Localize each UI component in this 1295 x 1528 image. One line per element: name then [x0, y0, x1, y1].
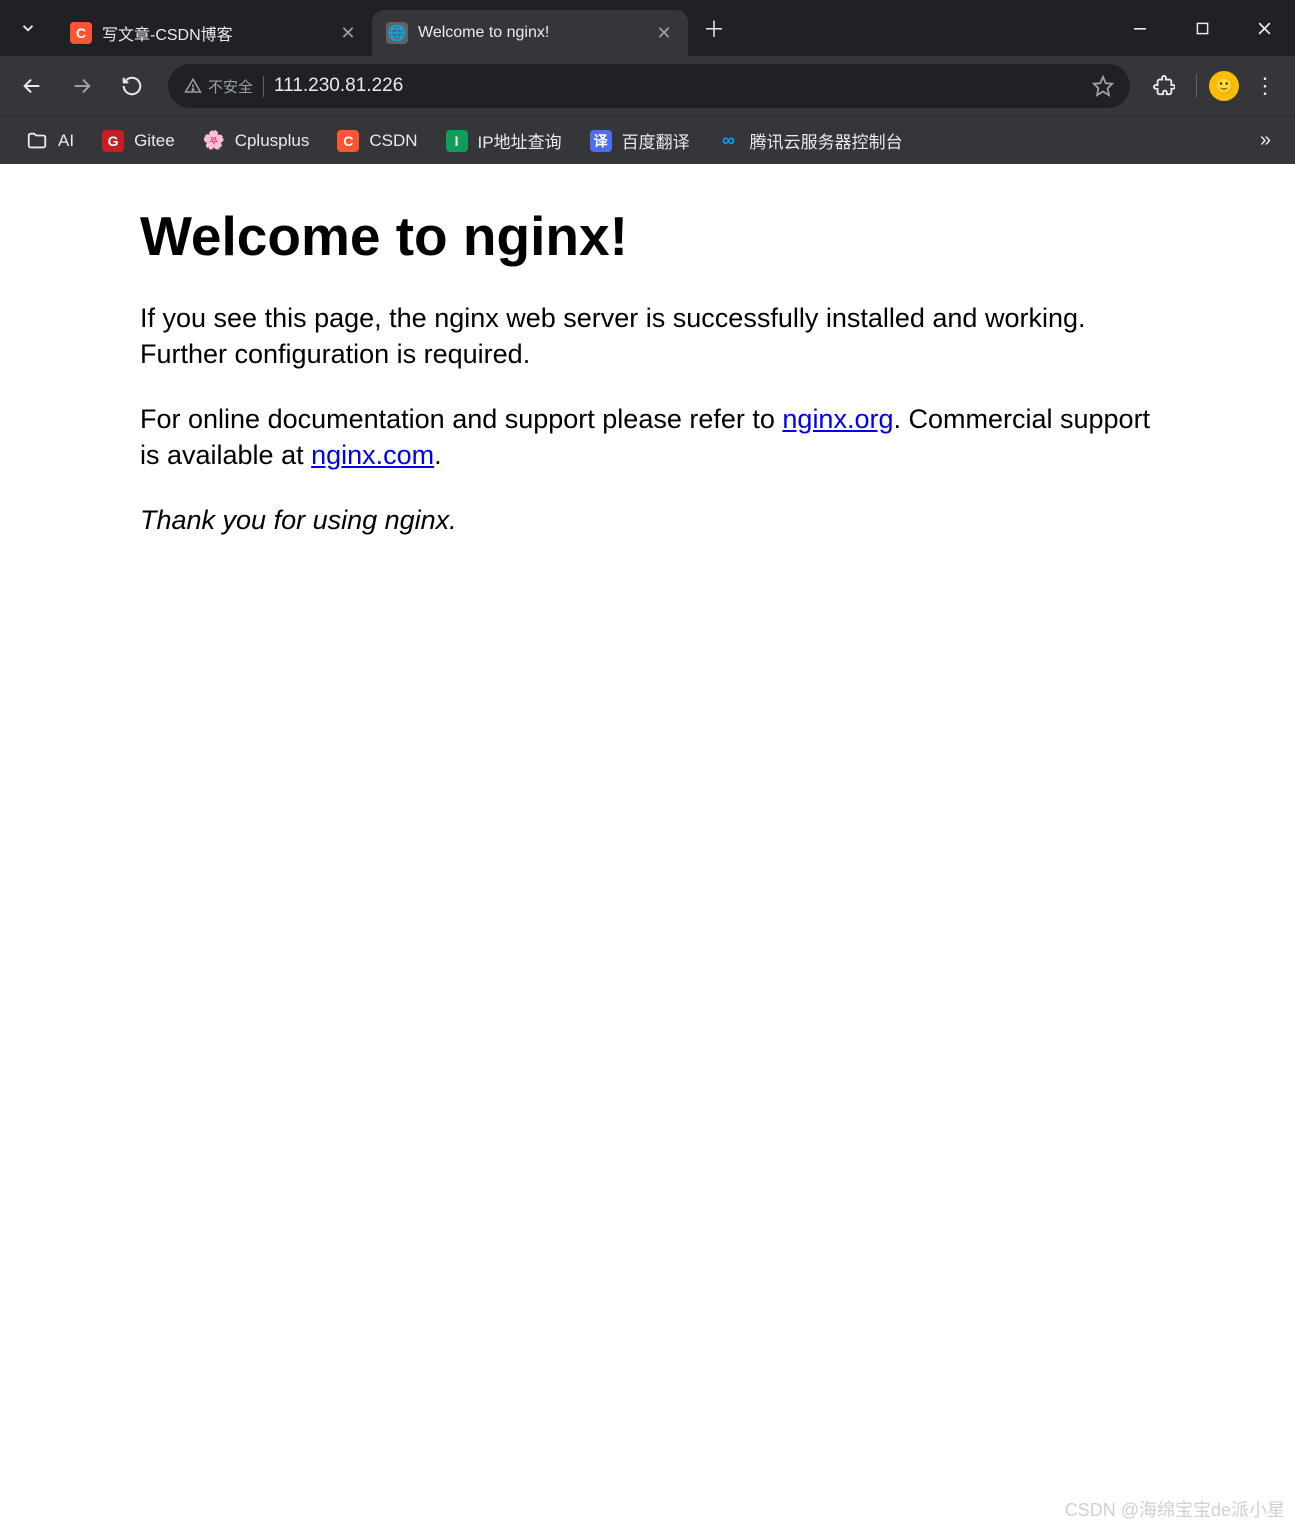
nginx-org-link[interactable]: nginx.org	[782, 404, 893, 434]
bookmark-item[interactable]: 译百度翻译	[578, 122, 702, 159]
tab-title: Welcome to nginx!	[418, 24, 644, 42]
bookmark-label: Cplusplus	[235, 131, 310, 151]
toolbar-divider	[1196, 74, 1197, 98]
globe-favicon: 🌐	[386, 22, 408, 44]
page-heading: Welcome to nginx!	[140, 204, 1155, 268]
nginx-welcome-content: Welcome to nginx! If you see this page, …	[140, 204, 1155, 538]
bookmark-label: Gitee	[134, 131, 175, 151]
bookmark-item[interactable]: AI	[14, 124, 86, 158]
browser-menu-button[interactable]: ⋮	[1245, 73, 1285, 99]
page-paragraph-1: If you see this page, the nginx web serv…	[140, 300, 1155, 373]
page-viewport: Welcome to nginx! If you see this page, …	[0, 164, 1295, 1528]
bookmark-item[interactable]: I IP地址查询	[434, 122, 574, 159]
new-tab-button[interactable]: ＋	[694, 8, 734, 48]
folder-icon	[26, 130, 48, 152]
bookmark-item[interactable]: G Gitee	[90, 124, 187, 158]
warning-icon	[184, 77, 202, 95]
page-paragraph-2: For online documentation and support ple…	[140, 401, 1155, 474]
bookmark-label: 腾讯云服务器控制台	[750, 128, 903, 153]
page-thanks: Thank you for using nginx.	[140, 502, 1155, 538]
window-controls	[1109, 0, 1295, 56]
watermark: CSDN @海绵宝宝de派小星	[1065, 1496, 1285, 1522]
tab-title: 写文章-CSDN博客	[102, 21, 328, 45]
bookmarks-bar: AIGGitee🌸CplusplusCCSDNIIP地址查询译百度翻译∞腾讯云服…	[0, 116, 1295, 164]
bookmark-favicon: I	[446, 130, 468, 152]
address-bar[interactable]: 不安全 111.230.81.226	[168, 64, 1130, 108]
tab-search-dropdown[interactable]	[0, 0, 56, 56]
nginx-com-link[interactable]: nginx.com	[311, 440, 434, 470]
bookmark-item[interactable]: ∞ 腾讯云服务器控制台	[706, 122, 915, 159]
close-window-button[interactable]	[1233, 0, 1295, 56]
maximize-button[interactable]	[1171, 0, 1233, 56]
close-tab-icon[interactable]: ✕	[654, 23, 674, 43]
bookmark-star-icon[interactable]	[1092, 75, 1114, 97]
minimize-button[interactable]	[1109, 0, 1171, 56]
bookmark-favicon: 译	[590, 130, 612, 152]
bookmark-favicon: G	[102, 130, 124, 152]
url-text: 111.230.81.226	[274, 75, 1082, 97]
toolbar: 不安全 111.230.81.226 🙂 ⋮	[0, 56, 1295, 116]
tab-nginx-welcome[interactable]: 🌐 Welcome to nginx! ✕	[372, 10, 688, 56]
bookmarks-overflow-icon[interactable]: »	[1250, 123, 1281, 158]
bookmark-favicon: ∞	[718, 130, 740, 152]
profile-avatar[interactable]: 🙂	[1209, 71, 1239, 101]
forward-button[interactable]	[60, 64, 104, 108]
back-button[interactable]	[10, 64, 54, 108]
bookmark-label: 百度翻译	[622, 128, 690, 153]
security-chip[interactable]: 不安全	[184, 76, 264, 97]
tab-csdn-editor[interactable]: C 写文章-CSDN博客 ✕	[56, 10, 372, 56]
bookmark-label: IP地址查询	[478, 128, 562, 153]
csdn-favicon: C	[70, 22, 92, 44]
close-tab-icon[interactable]: ✕	[338, 23, 358, 43]
bookmark-label: AI	[58, 131, 74, 151]
reload-button[interactable]	[110, 64, 154, 108]
security-label: 不安全	[208, 76, 253, 97]
bookmark-label: CSDN	[369, 131, 417, 151]
bookmark-favicon: 🌸	[203, 130, 225, 152]
titlebar: C 写文章-CSDN博客 ✕ 🌐 Welcome to nginx! ✕ ＋	[0, 0, 1295, 56]
bookmark-item[interactable]: 🌸 Cplusplus	[191, 124, 322, 158]
bookmark-favicon: C	[337, 130, 359, 152]
extensions-button[interactable]	[1144, 66, 1184, 106]
bookmark-item[interactable]: C CSDN	[325, 124, 429, 158]
